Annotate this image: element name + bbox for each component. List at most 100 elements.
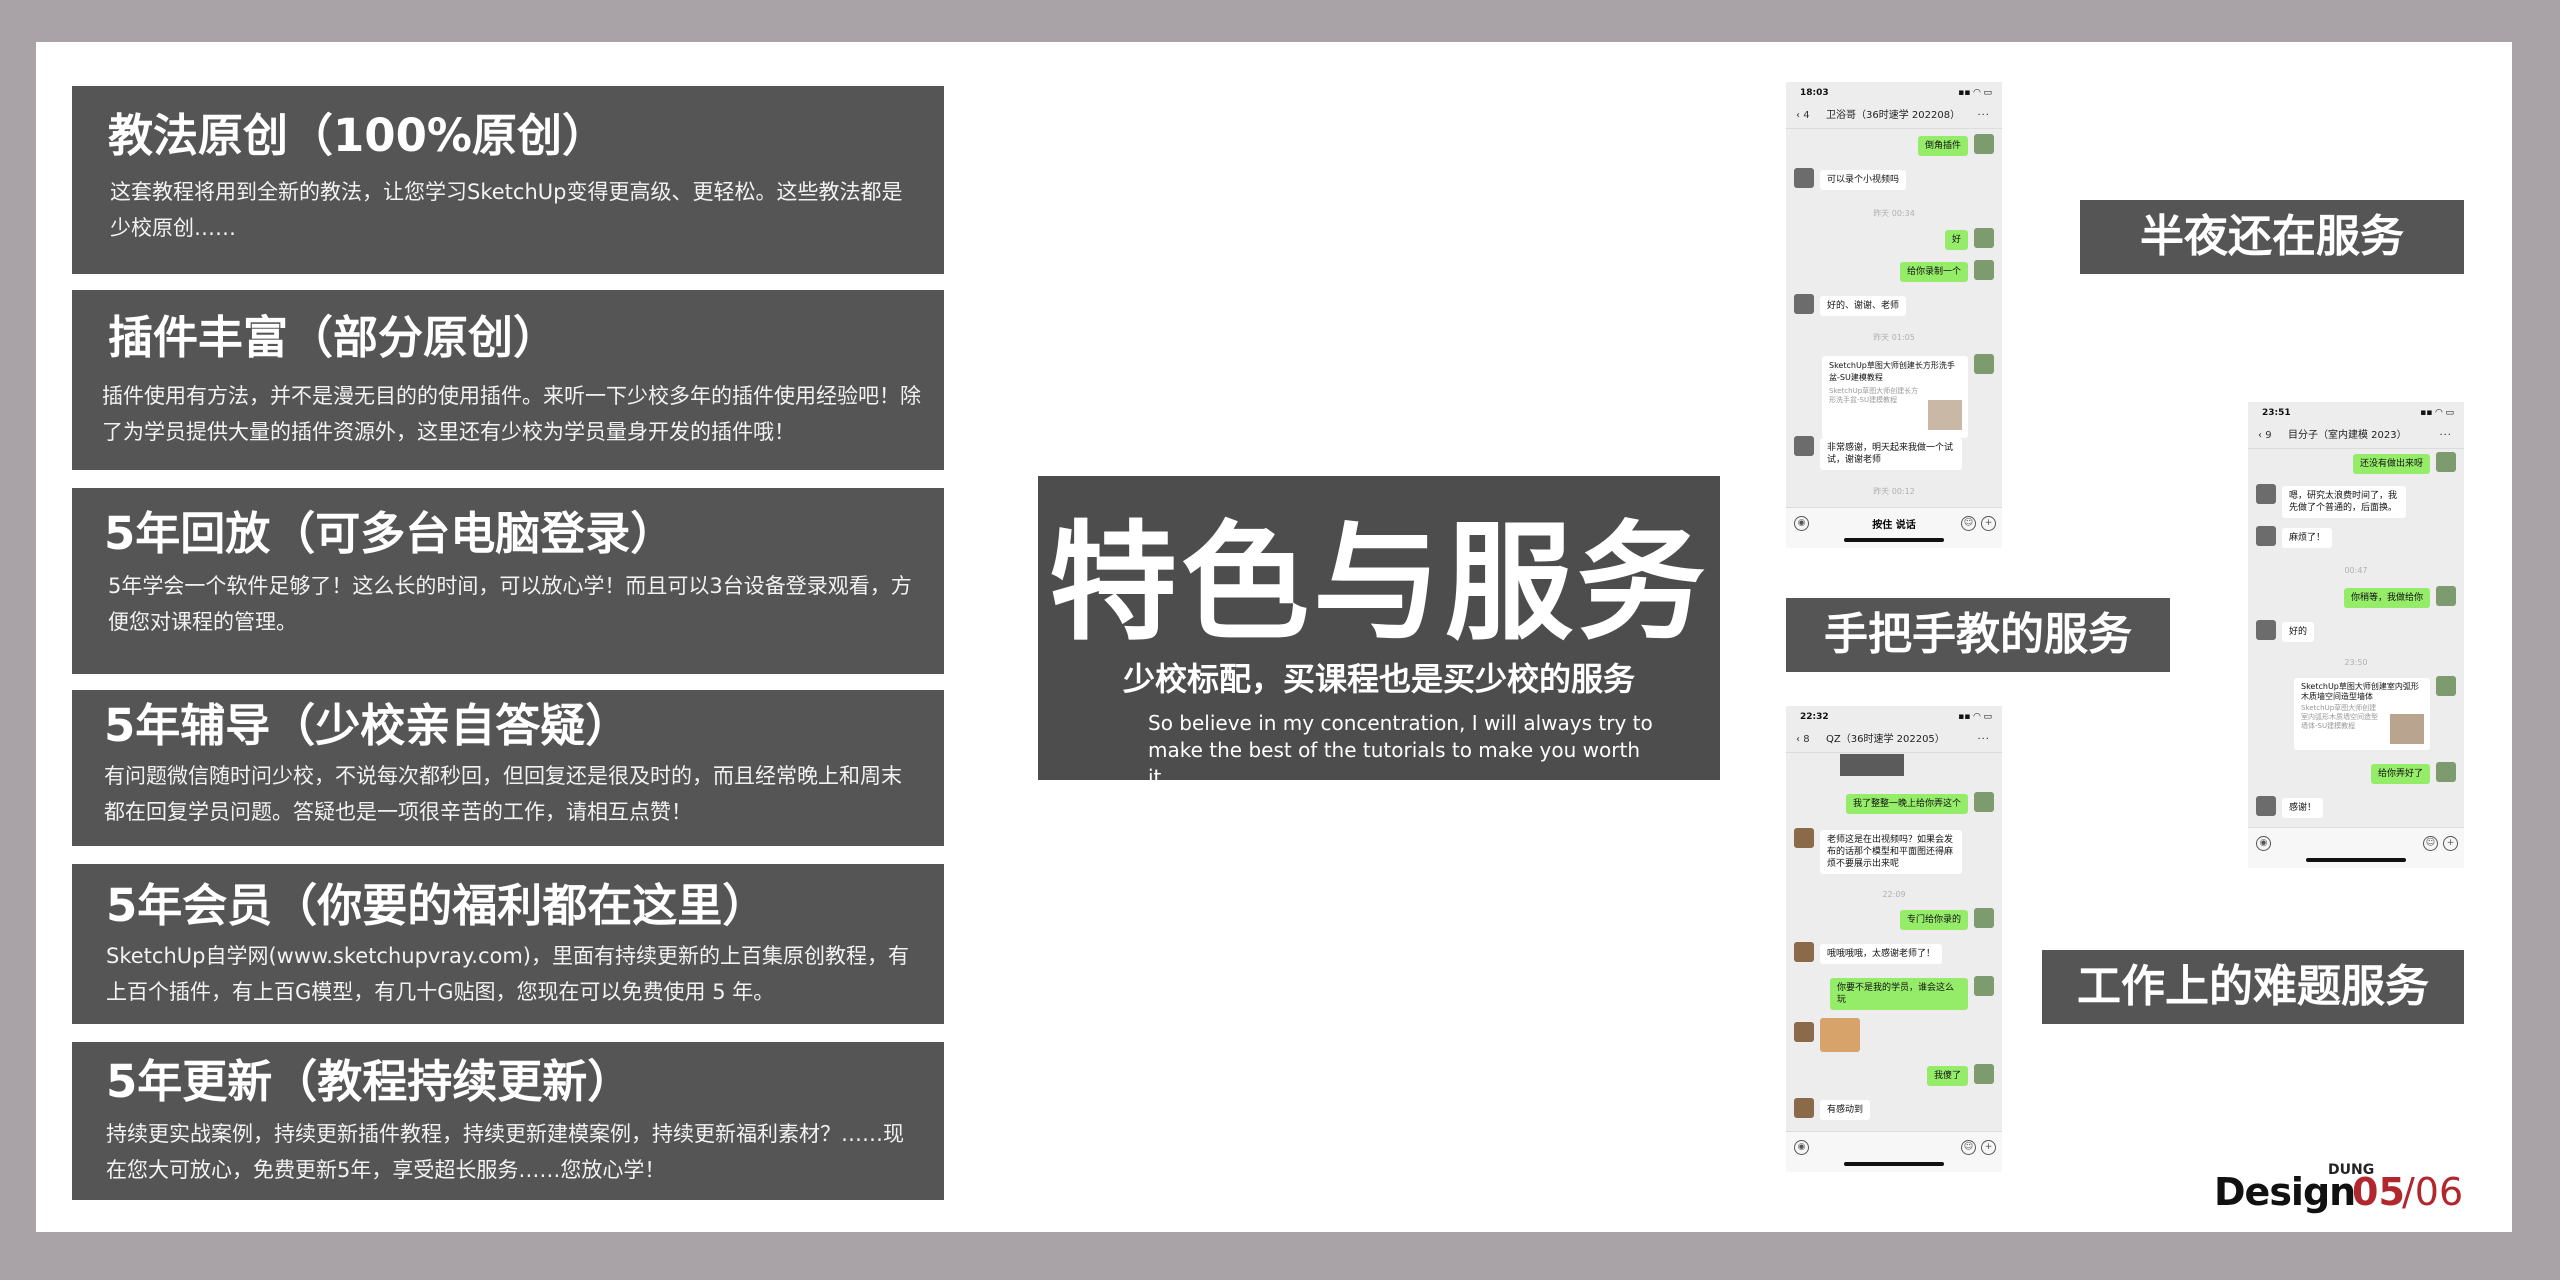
chat-timestamp: 00:47: [2344, 566, 2368, 575]
avatar: [1794, 1098, 1814, 1118]
feature-desc: 5年学会一个软件足够了！这么长的时间，可以放心学！而且可以3台设备登录观看，方便…: [108, 574, 912, 634]
avatar: [2436, 452, 2456, 472]
signal-icon: ▪▪ ◠ ▭: [2420, 408, 2454, 418]
label-midnight-service: 半夜还在服务: [2080, 200, 2464, 274]
chat-screenshot-3: 22:32 ▪▪ ◠ ▭ ‹ 8 QZ（36时速学 202205） ··· 我了整…: [1786, 706, 2002, 1172]
feature-desc: 有问题微信随时问少校，不说每次都秒回，但回复还是很及时的，而且经常晚上和周末都在…: [104, 764, 902, 824]
shared-link-card[interactable]: SketchUp草图大师创建长方形洗手盆-SU建模教程 SketchUp草图大师…: [1822, 356, 1968, 438]
avatar: [1794, 828, 1814, 848]
chat-input-bar: ◉ ☺ +: [2248, 827, 2464, 868]
plus-icon[interactable]: +: [1981, 516, 1996, 531]
avatar: [1974, 354, 1994, 374]
english-tagline: So believe in my concentration, I will a…: [1148, 711, 1653, 789]
feature-card-original: 教法原创（100%原创） 这套教程将用到全新的教法，让您学习SketchUp变得…: [72, 86, 944, 274]
sticker-image: [1820, 1018, 1860, 1052]
link-thumbnail: [2390, 714, 2424, 744]
chat-contact: 卫浴哥（36时速学 202208）: [1826, 110, 1961, 121]
more-icon[interactable]: ···: [2439, 424, 2452, 448]
feature-card-plugins: 插件丰富（部分原创） 插件使用有方法，并不是漫无目的的使用插件。来听一下少校多年…: [72, 290, 944, 470]
back-icon[interactable]: ‹ 8: [1796, 728, 1810, 752]
chat-message: 你稍等，我做给你: [2343, 588, 2430, 608]
chat-message: 有感动到: [1820, 1100, 1871, 1120]
avatar: [1794, 436, 1814, 456]
avatar: [2436, 762, 2456, 782]
feature-title: 5年更新（教程持续更新）: [106, 1055, 633, 1108]
chat-message: 好的: [2282, 622, 2315, 642]
shared-link-card[interactable]: SketchUp草图大师创建室内弧形木质墙空间造型墙体 SketchUp草图大师…: [2294, 678, 2430, 750]
feature-card-membership: 5年会员（你要的福利都在这里） SketchUp自学网(www.sketchup…: [72, 864, 944, 1024]
avatar: [1794, 168, 1814, 188]
signal-icon: ▪▪ ◠ ▭: [1958, 88, 1992, 98]
avatar: [1974, 134, 1994, 154]
feature-title: 5年辅导（少校亲自答疑）: [104, 699, 631, 752]
avatar: [2256, 620, 2276, 640]
plus-icon[interactable]: +: [2443, 836, 2458, 851]
plus-icon[interactable]: +: [1981, 1140, 1996, 1155]
chat-screenshot-1: 18:03 ▪▪ ◠ ▭ ‹ 4 卫浴哥（36时速学 202208） ··· 倒角…: [1786, 82, 2002, 548]
feature-title: 5年回放（可多台电脑登录）: [104, 507, 676, 560]
avatar: [1974, 260, 1994, 280]
chat-message: 我了整整一晚上给你弄这个: [1845, 794, 1968, 814]
headline: 特色与服务: [1048, 509, 1709, 658]
avatar: [1794, 294, 1814, 314]
status-bar: 23:51 ▪▪ ◠ ▭: [2248, 402, 2464, 424]
page-number: 05: [2352, 1170, 2405, 1214]
feature-title: 教法原创（100%原创）: [108, 109, 608, 162]
avatar: [1974, 792, 1994, 812]
chat-message: 可以录个小视频吗: [1820, 170, 1907, 190]
chat-contact: QZ（36时速学 202205）: [1826, 734, 1945, 745]
feature-title: 插件丰富（部分原创）: [108, 311, 559, 364]
chat-message: 好: [1944, 230, 1968, 250]
emoji-icon[interactable]: ☺: [1961, 1140, 1976, 1155]
link-thumbnail: [1928, 400, 1962, 430]
signal-icon: ▪▪ ◠ ▭: [1958, 712, 1992, 722]
voice-icon[interactable]: ◉: [1794, 1140, 1809, 1155]
chat-message: 给你弄好了: [2370, 764, 2430, 784]
back-icon[interactable]: ‹ 9: [2258, 424, 2272, 448]
avatar: [1974, 908, 1994, 928]
chat-message: 专门给你录的: [1899, 910, 1968, 930]
status-bar: 22:32 ▪▪ ◠ ▭: [1786, 706, 2002, 728]
feature-desc: SketchUp自学网(www.sketchupvray.com)，里面有持续更…: [106, 944, 910, 1004]
image-message: [1840, 754, 1904, 776]
back-icon[interactable]: ‹ 4: [1796, 104, 1810, 128]
feature-desc: 这套教程将用到全新的教法，让您学习SketchUp变得更高级、更轻松。这些教法都…: [110, 180, 903, 240]
chat-screenshot-2: 23:51 ▪▪ ◠ ▭ ‹ 9 目分子（室内建模 2023） ··· 还没有做出…: [2248, 402, 2464, 868]
chat-header: ‹ 9 目分子（室内建模 2023） ···: [2248, 424, 2464, 449]
chat-timestamp: 昨天 00:12: [1873, 487, 1915, 496]
avatar: [2436, 586, 2456, 606]
link-title: SketchUp草图大师创建室内弧形木质墙空间造型墙体: [2301, 682, 2419, 701]
avatar: [1794, 1022, 1814, 1042]
chat-message: 好的、谢谢、老师: [1820, 296, 1907, 316]
brand-name: Design: [2214, 1170, 2356, 1214]
chat-message: 还没有做出来呀: [2352, 454, 2430, 474]
chat-message: 哦哦哦哦，太感谢老师了！: [1820, 944, 1943, 964]
feature-card-replay: 5年回放（可多台电脑登录） 5年学会一个软件足够了！这么长的时间，可以放心学！而…: [72, 488, 944, 674]
chat-header: ‹ 8 QZ（36时速学 202205） ···: [1786, 728, 2002, 753]
chat-timestamp: 昨天 00:34: [1873, 209, 1915, 218]
chat-message: 你要不是我的学员，谁会这么玩: [1830, 978, 1968, 1010]
chat-message: 非常感谢，明天起来我做一个试试，谢谢老师: [1820, 438, 1962, 470]
chat-message: 我傻了: [1926, 1066, 1968, 1086]
feature-card-tutoring: 5年辅导（少校亲自答疑） 有问题微信随时问少校，不说每次都秒回，但回复还是很及时…: [72, 690, 944, 846]
voice-icon[interactable]: ◉: [2256, 836, 2271, 851]
link-desc: SketchUp草图大师创建室内弧形木质墙空间造型墙体-SU建模教程: [2301, 704, 2378, 730]
feature-title: 5年会员（你要的福利都在这里）: [106, 879, 768, 932]
avatar: [2256, 526, 2276, 546]
chat-timestamp: 昨天 01:05: [1873, 333, 1915, 342]
chat-timestamp: 22:09: [1882, 890, 1906, 899]
page-total: /06: [2402, 1170, 2464, 1214]
subtitle: 少校标配，买课程也是买少校的服务: [1122, 660, 1635, 698]
avatar: [2256, 796, 2276, 816]
headline-block: 特色与服务 少校标配，买课程也是买少校的服务 So believe in my …: [1038, 476, 1720, 789]
chat-input-bar: ◉ ☺ +: [1786, 1131, 2002, 1172]
emoji-icon[interactable]: ☺: [1961, 516, 1976, 531]
more-icon[interactable]: ···: [1977, 728, 1990, 752]
avatar: [1794, 942, 1814, 962]
avatar: [2256, 484, 2276, 504]
emoji-icon[interactable]: ☺: [2423, 836, 2438, 851]
status-bar: 18:03 ▪▪ ◠ ▭: [1786, 82, 2002, 104]
more-icon[interactable]: ···: [1977, 104, 1990, 128]
chat-message: 感谢！: [2282, 798, 2324, 818]
chat-message: 给你录制一个: [1899, 262, 1968, 282]
